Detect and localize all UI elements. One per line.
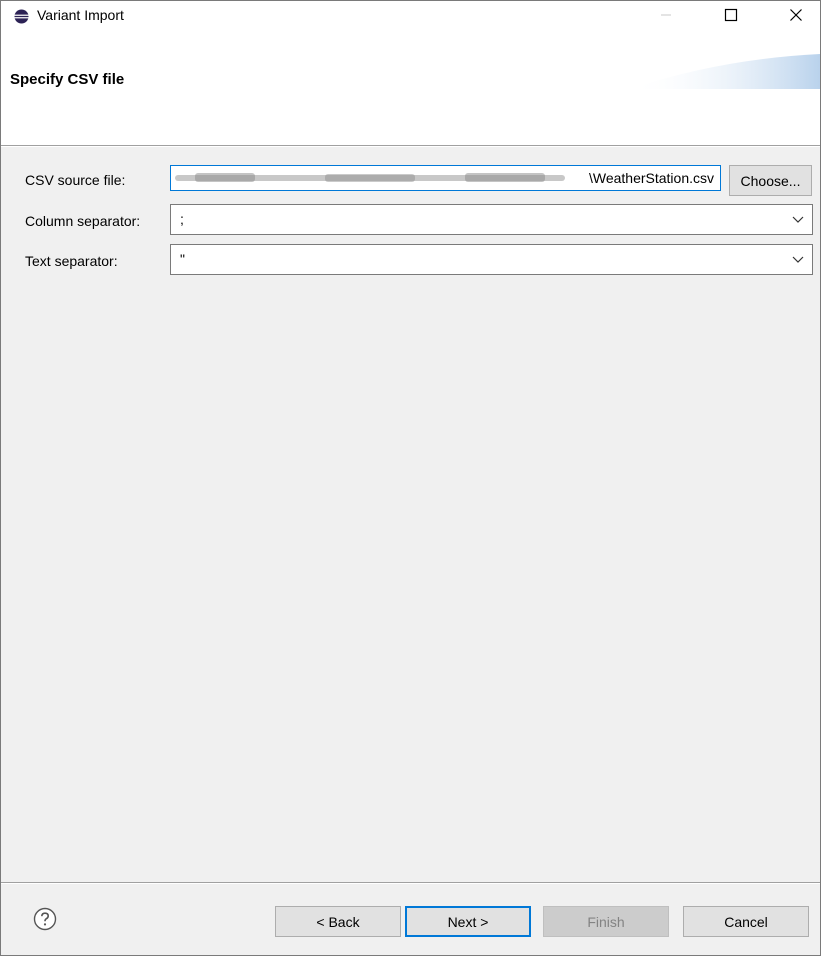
variant-import-dialog: Variant Import Specify CSV file CSV sour… [0,0,821,956]
csv-source-value: \WeatherStation.csv [588,170,714,186]
finish-button[interactable]: Finish [543,906,669,937]
csv-source-label: CSV source file: [25,172,126,188]
text-separator-label: Text separator: [25,253,118,269]
cancel-button[interactable]: Cancel [683,906,809,937]
text-separator-value: " [180,251,185,267]
next-button[interactable]: Next > [405,906,531,937]
chevron-down-icon [792,256,804,263]
page-title: Specify CSV file [10,71,125,88]
choose-file-button[interactable]: Choose... [729,165,812,196]
blurred-path-text [175,173,565,182]
close-icon [790,9,802,21]
maximize-button[interactable] [708,1,754,29]
chevron-down-icon [792,216,804,223]
wizard-header: Specify CSV file [1,29,820,145]
header-banner-graphic [630,54,820,89]
column-separator-select[interactable]: ; [170,204,813,235]
header-divider-highlight [1,146,820,147]
minimize-icon [661,14,671,16]
csv-source-input[interactable]: \WeatherStation.csv [170,165,721,191]
back-button[interactable]: < Back [275,906,401,937]
column-separator-label: Column separator: [25,213,141,229]
title-bar: Variant Import [1,1,820,29]
footer-divider-highlight [1,883,820,884]
text-separator-select[interactable]: " [170,244,813,275]
window-title: Variant Import [37,7,124,23]
close-button[interactable] [773,1,819,29]
minimize-button[interactable] [643,1,689,29]
eclipse-app-icon [14,9,29,24]
help-icon[interactable] [33,907,57,931]
column-separator-value: ; [180,211,184,227]
maximize-icon [724,8,738,22]
